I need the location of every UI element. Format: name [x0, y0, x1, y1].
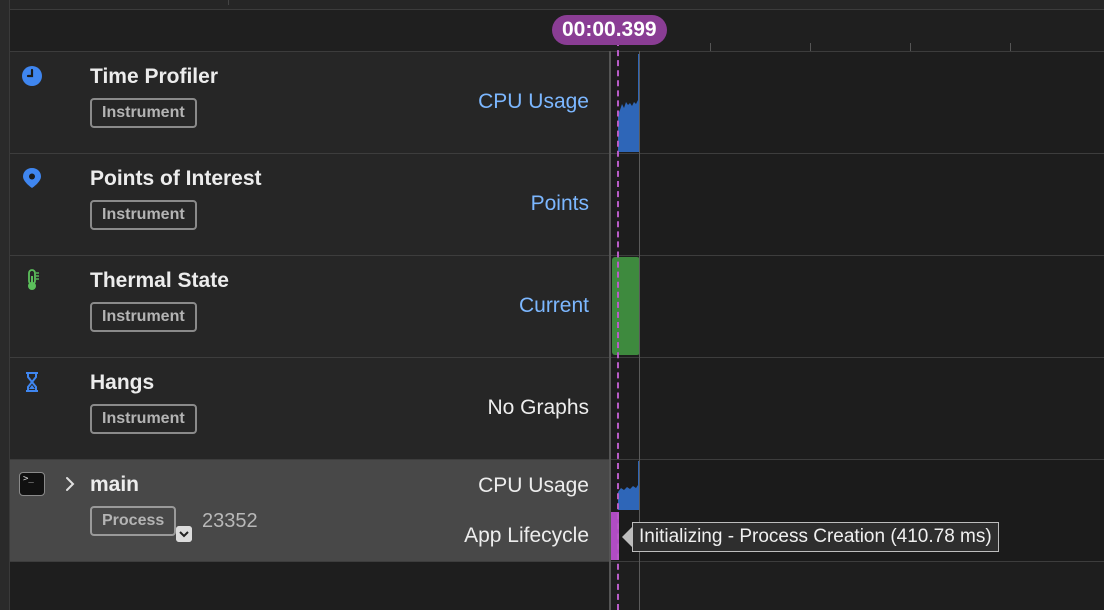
track-title: Thermal State [90, 269, 229, 292]
chevron-down-icon[interactable] [176, 526, 192, 542]
track-type-badge: Instrument [90, 98, 197, 128]
track-type-badge: Instrument [90, 302, 197, 332]
track-time-profiler[interactable]: Time Profiler Instrument CPU Usage [10, 52, 1104, 154]
graph-divider [609, 51, 611, 610]
time-cursor-readout[interactable]: 00:00.399 [552, 15, 667, 45]
thermometer-icon [28, 269, 39, 290]
track-title: Time Profiler [90, 65, 218, 88]
graph-label-current[interactable]: Current [519, 294, 589, 318]
terminal-icon: >_ [19, 472, 45, 496]
track-type-badge: Instrument [90, 404, 197, 434]
track-title: Hangs [90, 371, 155, 394]
process-id: 23352 [202, 510, 258, 532]
left-edge-strip [0, 0, 10, 610]
ruler-tick [1010, 43, 1011, 51]
process-type-badge: Process [90, 506, 177, 536]
track-graph-area[interactable] [610, 154, 1104, 255]
lifecycle-tooltip: Initializing - Process Creation (410.78 … [632, 522, 999, 552]
graph-label-no-graphs: No Graphs [487, 396, 589, 419]
track-hangs[interactable]: Hangs Instrument No Graphs [10, 358, 1104, 460]
hourglass-icon [26, 372, 38, 392]
process-title: main [90, 473, 140, 496]
graph-label-points[interactable]: Points [531, 192, 589, 216]
track-graph-area[interactable] [610, 256, 1104, 357]
tooltip-arrow [622, 527, 632, 547]
graph-label-app-lifecycle[interactable]: App Lifecycle [464, 524, 589, 548]
instruments-window: Time Profiler Instrument CPU Usage Point… [0, 0, 1104, 610]
location-pin-icon [23, 168, 41, 188]
top-scroll-bar[interactable] [10, 0, 1104, 10]
time-cursor-line[interactable] [617, 40, 619, 610]
cpu-usage-graph [618, 54, 640, 152]
track-points-of-interest[interactable]: Points of Interest Instrument Points [10, 154, 1104, 256]
track-graph-area[interactable] [610, 52, 1104, 153]
graph-label-cpu-usage[interactable]: CPU Usage [478, 90, 589, 114]
chevron-right-icon[interactable] [62, 475, 78, 493]
graph-label-cpu-usage[interactable]: CPU Usage [478, 474, 589, 498]
track-type-badge: Instrument [90, 200, 197, 230]
process-cpu-usage-graph [618, 461, 640, 510]
top-bar-segment [228, 0, 229, 5]
ruler-tick [710, 43, 711, 51]
track-title: Points of Interest [90, 167, 262, 190]
track-thermal-state[interactable]: Thermal State Instrument Current [10, 256, 1104, 358]
clock-icon [22, 66, 42, 86]
ruler-tick [910, 43, 911, 51]
ruler-tick [810, 43, 811, 51]
track-graph-area[interactable] [610, 358, 1104, 459]
